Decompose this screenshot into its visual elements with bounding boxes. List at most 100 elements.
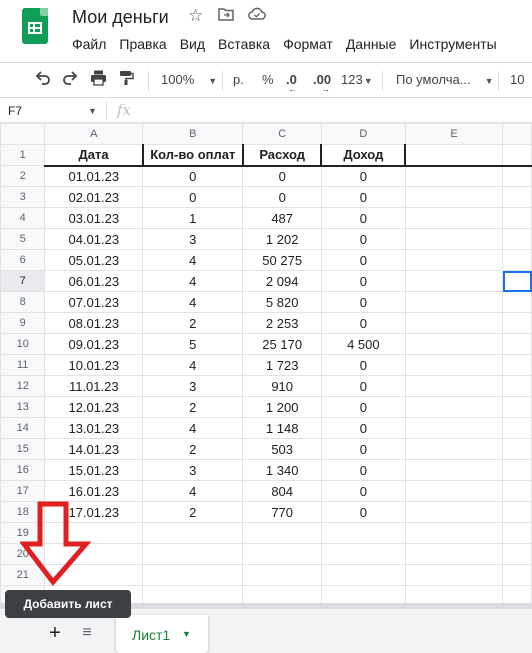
cell[interactable] xyxy=(320,585,406,603)
cell[interactable]: 2 253 xyxy=(242,312,322,334)
cell[interactable] xyxy=(502,144,532,167)
cell[interactable] xyxy=(404,396,504,418)
name-box-dropdown-icon[interactable]: ▼ xyxy=(88,106,97,116)
name-box[interactable]: F7 xyxy=(8,104,22,118)
row-header[interactable]: 12 xyxy=(0,375,46,397)
cell[interactable]: 4 xyxy=(142,480,244,502)
menu-file[interactable]: Файл xyxy=(72,36,106,52)
cell[interactable]: 4 xyxy=(142,249,244,271)
cell[interactable] xyxy=(502,396,532,418)
cell[interactable] xyxy=(404,291,504,313)
cell[interactable] xyxy=(404,165,504,187)
cell[interactable]: 4 500 xyxy=(320,333,406,355)
column-header[interactable]: B xyxy=(142,123,244,145)
cell[interactable] xyxy=(404,270,504,292)
row-header[interactable]: 9 xyxy=(0,312,46,334)
cell[interactable] xyxy=(502,354,532,376)
cell[interactable] xyxy=(404,333,504,355)
cell[interactable] xyxy=(502,207,532,229)
cell[interactable]: Доход xyxy=(320,144,407,167)
cell[interactable] xyxy=(242,522,322,544)
font-size-input[interactable]: 10 xyxy=(510,72,524,87)
cell[interactable]: 2 xyxy=(142,438,244,460)
cell[interactable]: 0 xyxy=(320,207,406,229)
font-select[interactable]: По умолча... ▼ xyxy=(396,72,493,87)
cell[interactable]: 910 xyxy=(242,375,322,397)
format-percent-button[interactable]: % xyxy=(262,72,274,87)
cell[interactable]: 4 xyxy=(142,417,244,439)
column-header[interactable]: E xyxy=(404,123,504,145)
cell[interactable] xyxy=(404,585,504,603)
column-header[interactable] xyxy=(502,123,532,145)
cell[interactable] xyxy=(404,207,504,229)
cell[interactable]: 06.01.23 xyxy=(44,270,144,292)
sheet-tab-list1[interactable]: Лист1 ▼ xyxy=(116,615,208,653)
cell[interactable]: 0 xyxy=(242,186,322,208)
cell[interactable]: 2 xyxy=(142,501,244,523)
select-all-corner[interactable] xyxy=(0,123,46,145)
paint-format-icon[interactable] xyxy=(118,69,135,91)
cell[interactable]: 0 xyxy=(320,249,406,271)
increase-decimal-button[interactable]: .00 → xyxy=(313,72,331,94)
menu-tools[interactable]: Инструменты xyxy=(409,36,496,52)
cell[interactable]: 0 xyxy=(320,480,406,502)
cell[interactable] xyxy=(142,543,244,565)
cell[interactable]: 3 xyxy=(142,228,244,250)
cell[interactable] xyxy=(502,375,532,397)
cell[interactable] xyxy=(502,459,532,481)
row-header[interactable]: 3 xyxy=(0,186,46,208)
cell[interactable]: 0 xyxy=(320,186,406,208)
cell[interactable]: 0 xyxy=(242,165,322,187)
cell[interactable]: 3 xyxy=(142,375,244,397)
cell[interactable]: 1 148 xyxy=(242,417,322,439)
cell[interactable] xyxy=(502,501,532,523)
cell[interactable]: 4 xyxy=(142,354,244,376)
cell[interactable] xyxy=(404,249,504,271)
row-header[interactable]: 7 xyxy=(0,270,46,292)
cell[interactable] xyxy=(404,564,504,586)
cell[interactable]: 08.01.23 xyxy=(44,312,144,334)
sheets-logo-icon[interactable] xyxy=(22,8,48,44)
redo-icon[interactable] xyxy=(62,69,79,91)
cell[interactable]: Дата xyxy=(44,144,144,167)
cell[interactable]: 10.01.23 xyxy=(44,354,144,376)
menu-edit[interactable]: Правка xyxy=(119,36,166,52)
cell[interactable] xyxy=(502,543,532,565)
undo-icon[interactable] xyxy=(34,69,51,91)
cell[interactable]: 5 xyxy=(142,333,244,355)
format-currency-button[interactable]: р. xyxy=(233,72,244,87)
cell[interactable] xyxy=(404,186,504,208)
cell[interactable]: 05.01.23 xyxy=(44,249,144,271)
cell[interactable]: 4 xyxy=(142,291,244,313)
cell[interactable] xyxy=(502,438,532,460)
cell[interactable]: 16.01.23 xyxy=(44,480,144,502)
document-title[interactable]: Мои деньги xyxy=(72,7,169,28)
cell[interactable]: 0 xyxy=(320,417,406,439)
cell[interactable]: 14.01.23 xyxy=(44,438,144,460)
cell[interactable]: 12.01.23 xyxy=(44,396,144,418)
cell[interactable]: 1 xyxy=(142,207,244,229)
decrease-decimal-button[interactable]: .0 ← xyxy=(286,72,297,94)
menu-format[interactable]: Формат xyxy=(283,36,333,52)
row-header[interactable]: 14 xyxy=(0,417,46,439)
cell[interactable]: 2 094 xyxy=(242,270,322,292)
row-header[interactable]: 11 xyxy=(0,354,46,376)
star-icon[interactable]: ☆ xyxy=(188,6,203,26)
column-header[interactable]: A xyxy=(44,123,144,145)
menu-view[interactable]: Вид xyxy=(180,36,205,52)
cell[interactable]: 25 170 xyxy=(242,333,322,355)
menu-data[interactable]: Данные xyxy=(346,36,397,52)
cell[interactable]: Кол-во оплат xyxy=(142,144,244,167)
menu-insert[interactable]: Вставка xyxy=(218,36,270,52)
cell[interactable]: 0 xyxy=(320,270,406,292)
cell[interactable] xyxy=(404,375,504,397)
chevron-down-icon[interactable]: ▼ xyxy=(182,629,191,639)
cell[interactable] xyxy=(502,165,532,187)
cell[interactable] xyxy=(404,438,504,460)
row-header[interactable]: 13 xyxy=(0,396,46,418)
cell[interactable]: 09.01.23 xyxy=(44,333,144,355)
cell[interactable] xyxy=(320,543,406,565)
cell[interactable] xyxy=(242,543,322,565)
cell[interactable]: 1 200 xyxy=(242,396,322,418)
cell[interactable] xyxy=(404,543,504,565)
